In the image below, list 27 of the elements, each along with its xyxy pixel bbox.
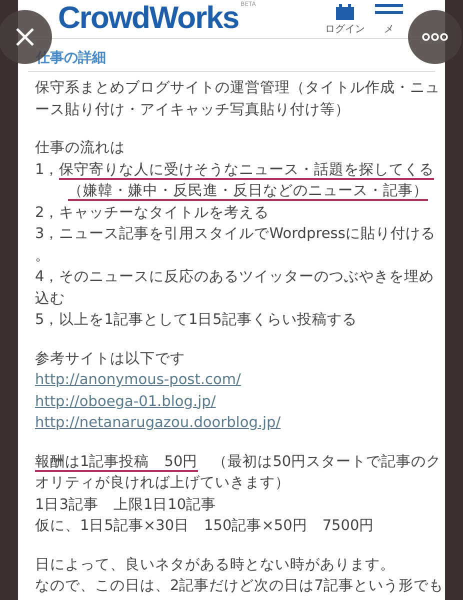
text-line: 1日3記事 上限1日10記事	[35, 496, 216, 514]
text-line: ース貼り付け・アイキャッチ写真貼り付け等）	[35, 100, 350, 120]
text-line: 1，保守寄りな人に受けそうなニュース・話題を探してくる	[35, 160, 434, 181]
url-link[interactable]: http://oboega-01.blog.jp/	[35, 392, 216, 413]
text-line: 報酬は1記事投稿 50円 （最初は50円スタートで記事のク	[35, 452, 442, 473]
text-line: 4，そのニュースに反応のあるツイッターのつぶやきを埋め	[35, 268, 434, 287]
text-line: 3，ニュース記事を引用スタイルでWordpressに貼り付ける	[35, 225, 436, 244]
calendar-icon[interactable]	[336, 4, 354, 20]
text-line: 仕事の流れは	[35, 138, 125, 158]
text-line: 日によって、良いネタがある時とない時があります。	[35, 556, 395, 574]
login-link[interactable]: ログイン	[325, 22, 365, 36]
text-line: 仮に、1日5記事×30日 150記事×50円 7500円	[35, 517, 374, 536]
more-icon	[422, 33, 448, 41]
text-line: （嫌韓・嫌中・反民進・反日などのニュース・記事）	[67, 182, 428, 202]
text-line: 5，以上を1記事として1日5記事くらい投稿する	[35, 311, 357, 330]
text-line: 保守系まとめブログサイトの運営管理（タイトル作成・ニュ	[35, 78, 440, 98]
close-icon	[15, 27, 35, 47]
menu-link[interactable]: メ	[384, 22, 394, 36]
text-line: 。	[35, 246, 50, 266]
text-line: 参考サイトは以下です	[35, 350, 185, 368]
text-line: 2，キャッチーなタイトルを考える	[35, 204, 270, 222]
text-line: なので、この日は、2記事だけど次の日は7記事という形でも	[35, 577, 444, 596]
text-line: オリティが良ければ上げていきます）	[35, 474, 290, 493]
url-link[interactable]: http://anonymous-post.com/	[35, 370, 241, 392]
url-link[interactable]: http://netanarugazou.doorblog.jp/	[35, 413, 281, 434]
text-line: 込む	[35, 290, 65, 308]
logo[interactable]: CrowdWorks	[58, 2, 239, 33]
